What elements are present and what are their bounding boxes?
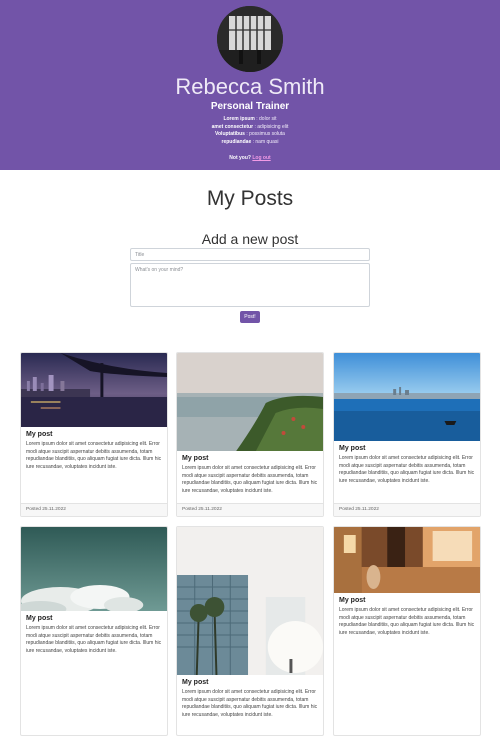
post-image xyxy=(21,527,167,611)
profile-details: Lorem ipsum : dolor sit amet consectetur… xyxy=(0,116,500,146)
post-card: My post Lorem ipsum dolor sit amet conse… xyxy=(20,526,168,736)
post-card: My post Lorem ipsum dolor sit amet conse… xyxy=(176,526,324,736)
card-body: My post Lorem ipsum dolor sit amet conse… xyxy=(21,427,167,471)
profile-detail-row: amet consectetur : adipisicing elit xyxy=(0,124,500,132)
card-body: My post Lorem ipsum dolor sit amet conse… xyxy=(334,441,480,485)
post-text: Lorem ipsum dolor sit amet consectetur a… xyxy=(182,689,318,718)
post-image xyxy=(334,527,480,593)
detail-value: : adipisicing elit xyxy=(254,123,289,130)
card-body: My post Lorem ipsum dolor sit amet conse… xyxy=(177,675,323,719)
detail-value: : dolor sit xyxy=(256,116,277,122)
post-submit-button[interactable]: Post! xyxy=(240,311,260,323)
post-card: My post Lorem ipsum dolor sit amet conse… xyxy=(20,352,168,517)
logout-line: Not you? Log out xyxy=(0,155,500,161)
post-image xyxy=(177,527,323,675)
profile-detail-row: Voluptatibus : possimus soluta xyxy=(0,131,500,139)
logout-link[interactable]: Log out xyxy=(252,155,270,161)
post-date: Posted 25.11.2022 xyxy=(21,503,167,516)
detail-key: amet consectetur xyxy=(211,123,254,130)
post-date: Posted 25.11.2022 xyxy=(334,503,480,516)
post-title: My post xyxy=(182,679,209,686)
post-title: My post xyxy=(26,615,53,622)
card-body: My post Lorem ipsum dolor sit amet conse… xyxy=(177,451,323,495)
post-image xyxy=(21,353,167,427)
profile-name: Rebecca Smith xyxy=(175,74,325,99)
post-title: My post xyxy=(26,431,53,438)
page-title: My Posts xyxy=(206,187,294,210)
add-post-heading: Add a new post xyxy=(201,231,299,247)
post-title: My post xyxy=(339,445,366,452)
profile-detail-row: repudiandae : nam quasi xyxy=(0,139,500,147)
post-text: Lorem ipsum dolor sit amet consectetur a… xyxy=(26,441,162,470)
post-body-input[interactable] xyxy=(130,263,370,307)
post-title: My post xyxy=(182,455,209,462)
post-text: Lorem ipsum dolor sit amet consectetur a… xyxy=(26,625,162,654)
detail-key: Lorem ipsum xyxy=(223,116,255,122)
detail-value: : possimus soluta xyxy=(246,131,285,137)
post-card: My post Lorem ipsum dolor sit amet conse… xyxy=(333,526,481,736)
profile-header: Rebecca Smith Personal Trainer Lorem ips… xyxy=(0,0,500,170)
card-body: My post Lorem ipsum dolor sit amet conse… xyxy=(21,611,167,655)
post-image xyxy=(334,353,480,441)
post-text: Lorem ipsum dolor sit amet consectetur a… xyxy=(339,607,475,636)
post-title-input[interactable] xyxy=(130,248,370,261)
profile-detail-row: Lorem ipsum : dolor sit xyxy=(0,116,500,124)
card-body: My post Lorem ipsum dolor sit amet conse… xyxy=(334,593,480,637)
post-title: My post xyxy=(339,597,366,604)
detail-key: repudiandae xyxy=(221,138,252,145)
post-text: Lorem ipsum dolor sit amet consectetur a… xyxy=(182,465,318,494)
post-card: My post Lorem ipsum dolor sit amet conse… xyxy=(333,352,481,517)
not-you-text: Not you? xyxy=(229,155,251,161)
post-card: My post Lorem ipsum dolor sit amet conse… xyxy=(176,352,324,517)
avatar xyxy=(217,6,283,72)
detail-key: Voluptatibus xyxy=(215,131,245,137)
post-image xyxy=(177,353,323,451)
profile-role: Personal Trainer xyxy=(210,101,290,112)
post-date: Posted 25.11.2022 xyxy=(177,503,323,516)
detail-value: : nam quasi xyxy=(252,138,279,145)
post-text: Lorem ipsum dolor sit amet consectetur a… xyxy=(339,455,475,484)
